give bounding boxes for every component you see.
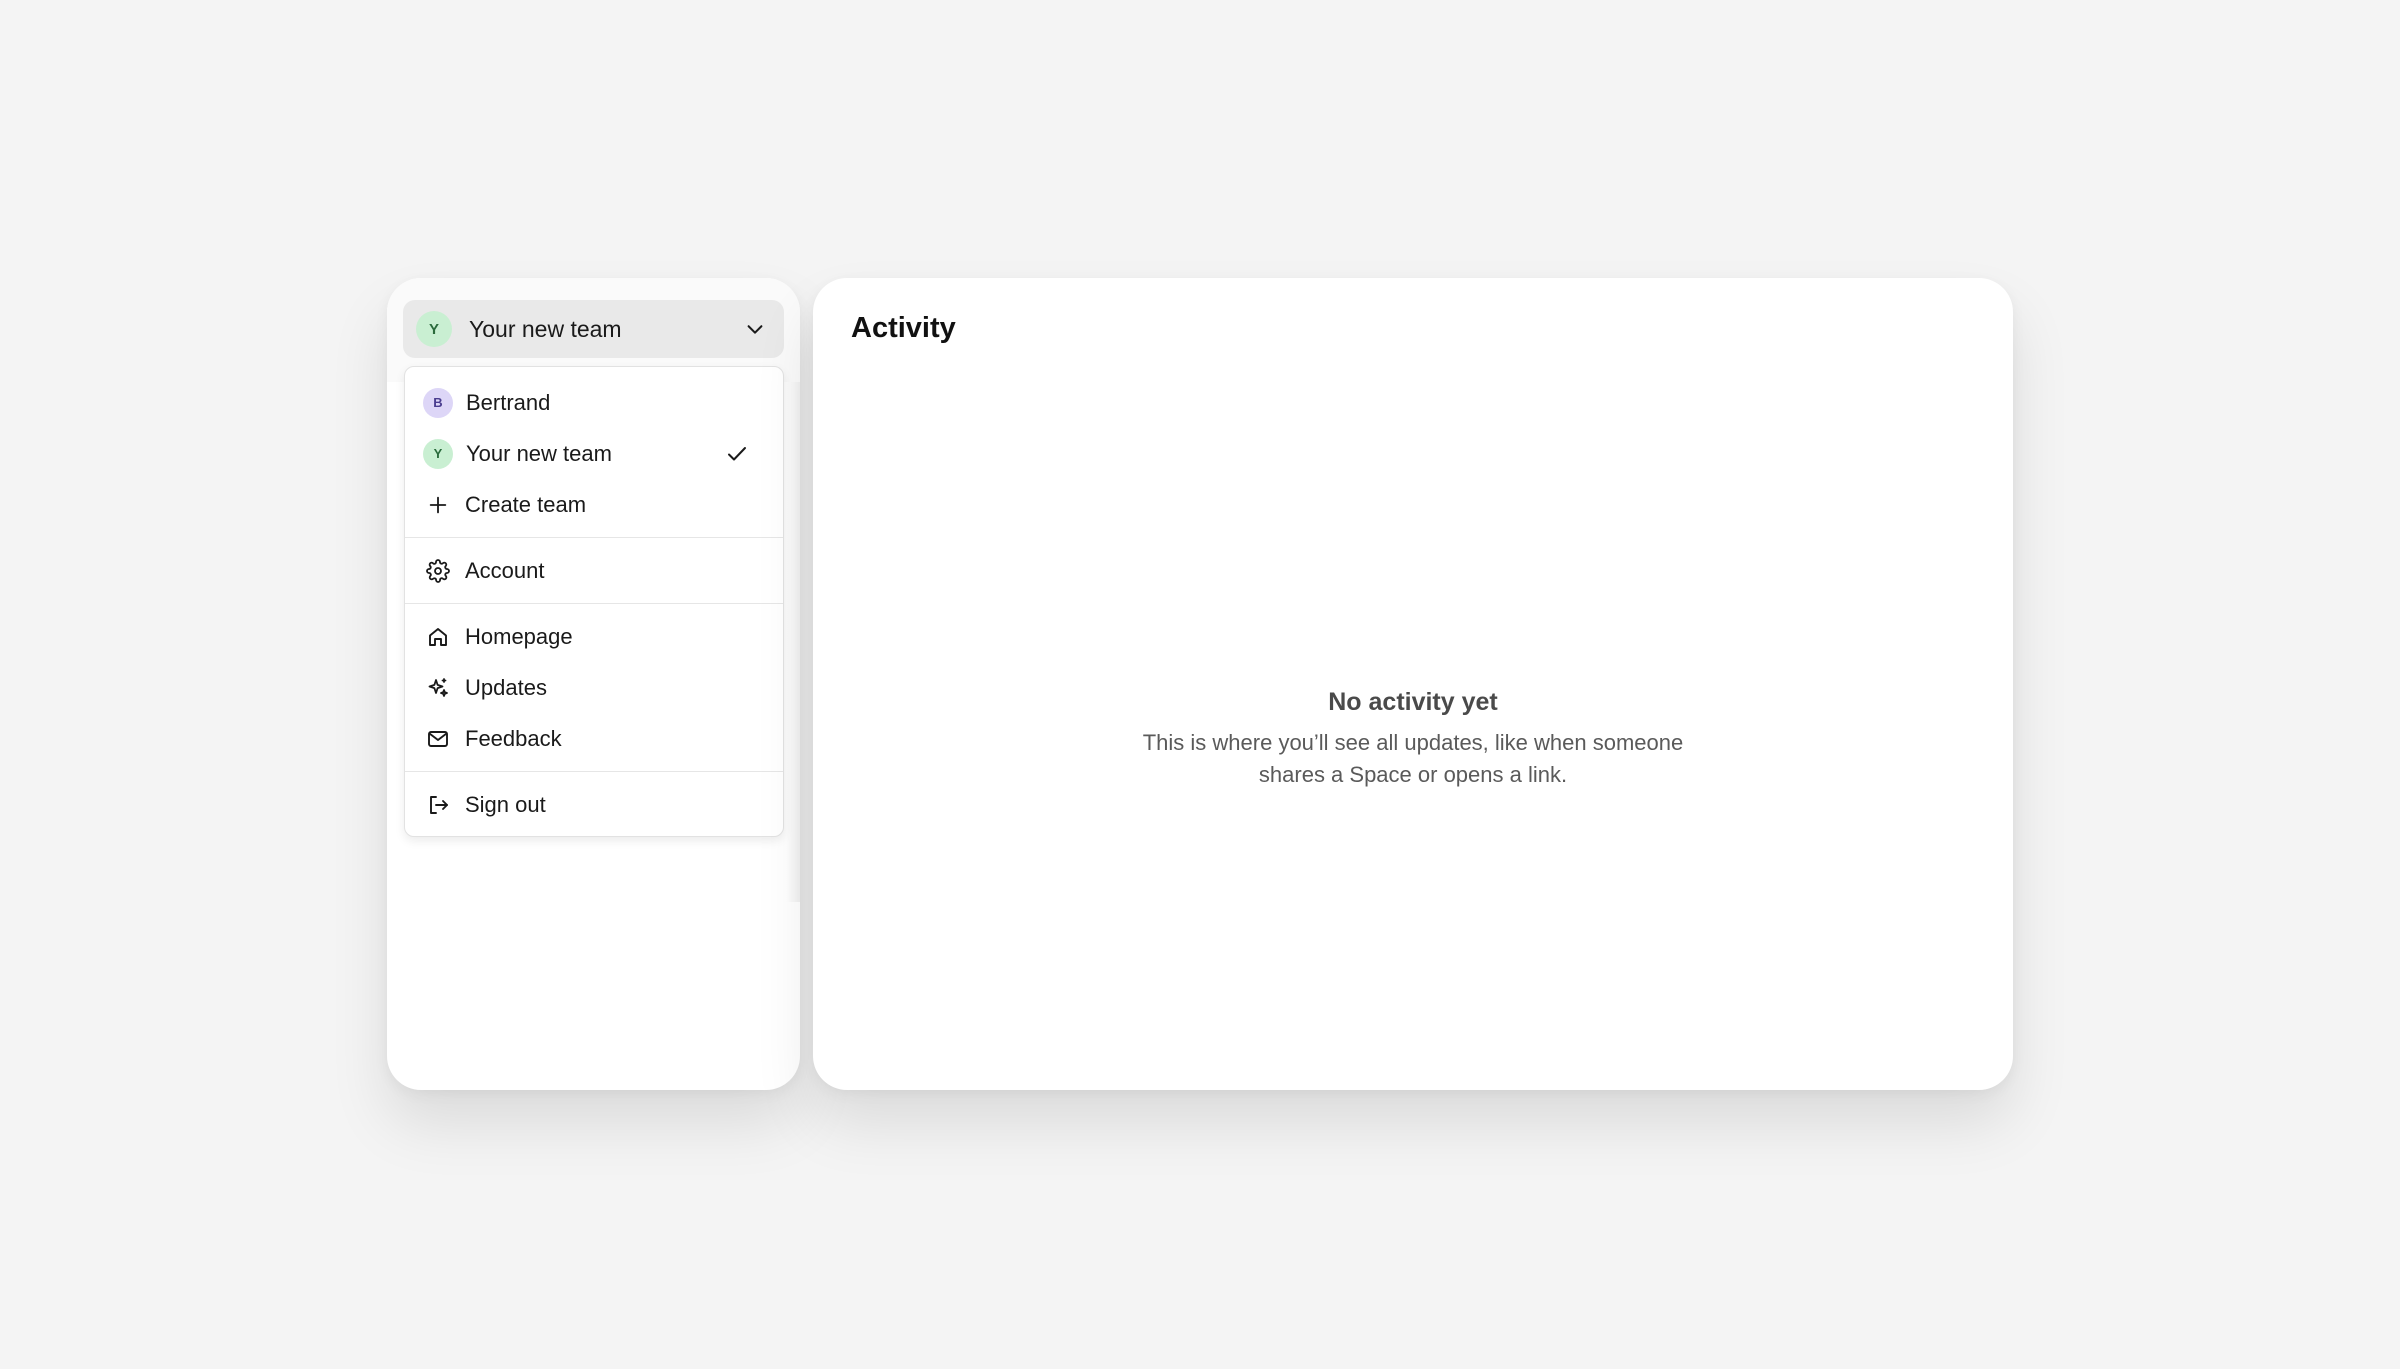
team-dropdown-menu: B Bertrand Y Your new team Create team A… <box>404 366 784 837</box>
menu-item-homepage[interactable]: Homepage <box>405 611 783 662</box>
menu-item-sign-out[interactable]: Sign out <box>405 779 783 830</box>
home-icon <box>425 624 451 650</box>
empty-state-title: No activity yet <box>1328 688 1498 716</box>
team-switcher-label: Your new team <box>469 315 622 342</box>
menu-divider <box>405 603 783 604</box>
menu-item-team-your-new-team[interactable]: Y Your new team <box>405 428 783 479</box>
sidebar: Y Your new team B Bertrand Y Your new te… <box>387 278 800 1090</box>
mail-icon <box>425 726 451 752</box>
menu-item-label: Updates <box>465 674 547 700</box>
plus-icon <box>425 492 451 518</box>
empty-state: No activity yet This is where you’ll see… <box>813 688 2013 791</box>
create-team-button[interactable]: Create team <box>405 479 783 530</box>
sign-out-icon <box>425 792 451 818</box>
sidebar-shadow <box>786 382 800 902</box>
menu-item-label: Sign out <box>465 791 546 817</box>
team-avatar: Y <box>416 311 452 347</box>
menu-item-label: Create team <box>465 491 587 517</box>
chevron-down-icon <box>742 316 768 342</box>
empty-state-description: This is where you’ll see all updates, li… <box>1142 730 1684 787</box>
menu-item-label: Bertrand <box>466 389 551 415</box>
activity-panel: Activity No activity yet This is where y… <box>813 278 2013 1090</box>
menu-divider <box>405 771 783 772</box>
menu-item-team-bertrand[interactable]: B Bertrand <box>405 377 783 428</box>
team-switcher-button[interactable]: Y Your new team <box>403 300 784 358</box>
menu-item-account[interactable]: Account <box>405 545 783 596</box>
menu-item-label: Account <box>465 557 545 583</box>
page-title: Activity <box>851 312 956 344</box>
menu-item-label: Feedback <box>465 725 562 751</box>
sparkles-icon <box>425 675 451 701</box>
menu-item-updates[interactable]: Updates <box>405 662 783 713</box>
gear-icon <box>425 558 451 584</box>
team-avatar: Y <box>423 438 453 469</box>
menu-divider <box>405 537 783 538</box>
check-icon <box>723 440 751 468</box>
menu-item-label: Homepage <box>465 623 573 649</box>
team-avatar: B <box>423 387 453 418</box>
menu-item-label: Your new team <box>466 440 612 466</box>
menu-item-feedback[interactable]: Feedback <box>405 713 783 764</box>
